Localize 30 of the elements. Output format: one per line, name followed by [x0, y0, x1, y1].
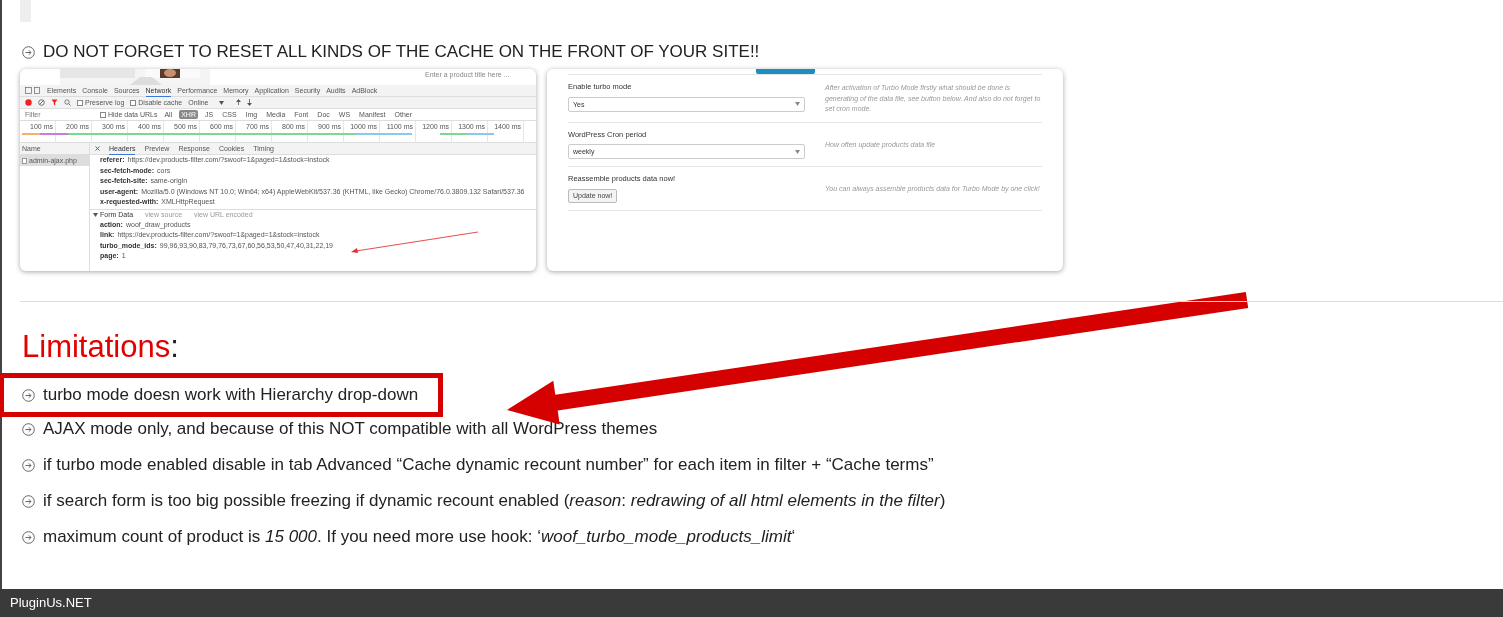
download-icon [246, 99, 252, 106]
device-icon [25, 87, 41, 94]
checkbox[interactable] [100, 111, 106, 118]
bullet-icon [22, 388, 35, 402]
caret-icon [795, 102, 800, 106]
list-text: if turbo mode enabled disable in tab Advanced “Cache dynamic recount number” for each item in filter + “Cache terms” [43, 454, 934, 477]
caret-icon [93, 212, 98, 217]
list-text: turbo mode doesn work with Hierarchy drop-down [43, 384, 419, 407]
bullet-icon [22, 530, 35, 544]
clear-icon [38, 99, 45, 106]
caret-icon [795, 149, 800, 154]
filter-icon [51, 99, 58, 106]
list-text: if search form is too big possible freezing if dynamic recount enabled (reason: redrawing of all html elements in the filter) [43, 490, 946, 513]
bullet-icon [22, 458, 35, 472]
record-icon [25, 99, 32, 106]
list-text: maximum count of product is 15 000. If you need more use hook: ‘woof_turbo_mode_products_limit‘ [43, 526, 796, 549]
section-heading: Limitations: [22, 329, 179, 364]
bullet-icon [22, 494, 35, 508]
bullet-icon [22, 422, 35, 436]
checkbox[interactable] [77, 99, 83, 106]
file-icon [22, 157, 27, 164]
bullet-icon [22, 45, 35, 59]
close-icon [95, 146, 100, 151]
caret-icon [218, 100, 224, 105]
list-text: DO NOT FORGET TO RESET ALL KINDS OF THE CACHE ON THE FRONT OF YOUR SITE!! [43, 41, 760, 63]
upload-icon [235, 99, 241, 106]
footer-brand: PluginUs.NET [10, 594, 92, 613]
search-icon [64, 99, 71, 106]
checkbox[interactable] [130, 99, 137, 106]
list-text: AJAX mode only, and because of this NOT compatible with all WordPress themes [43, 418, 658, 441]
